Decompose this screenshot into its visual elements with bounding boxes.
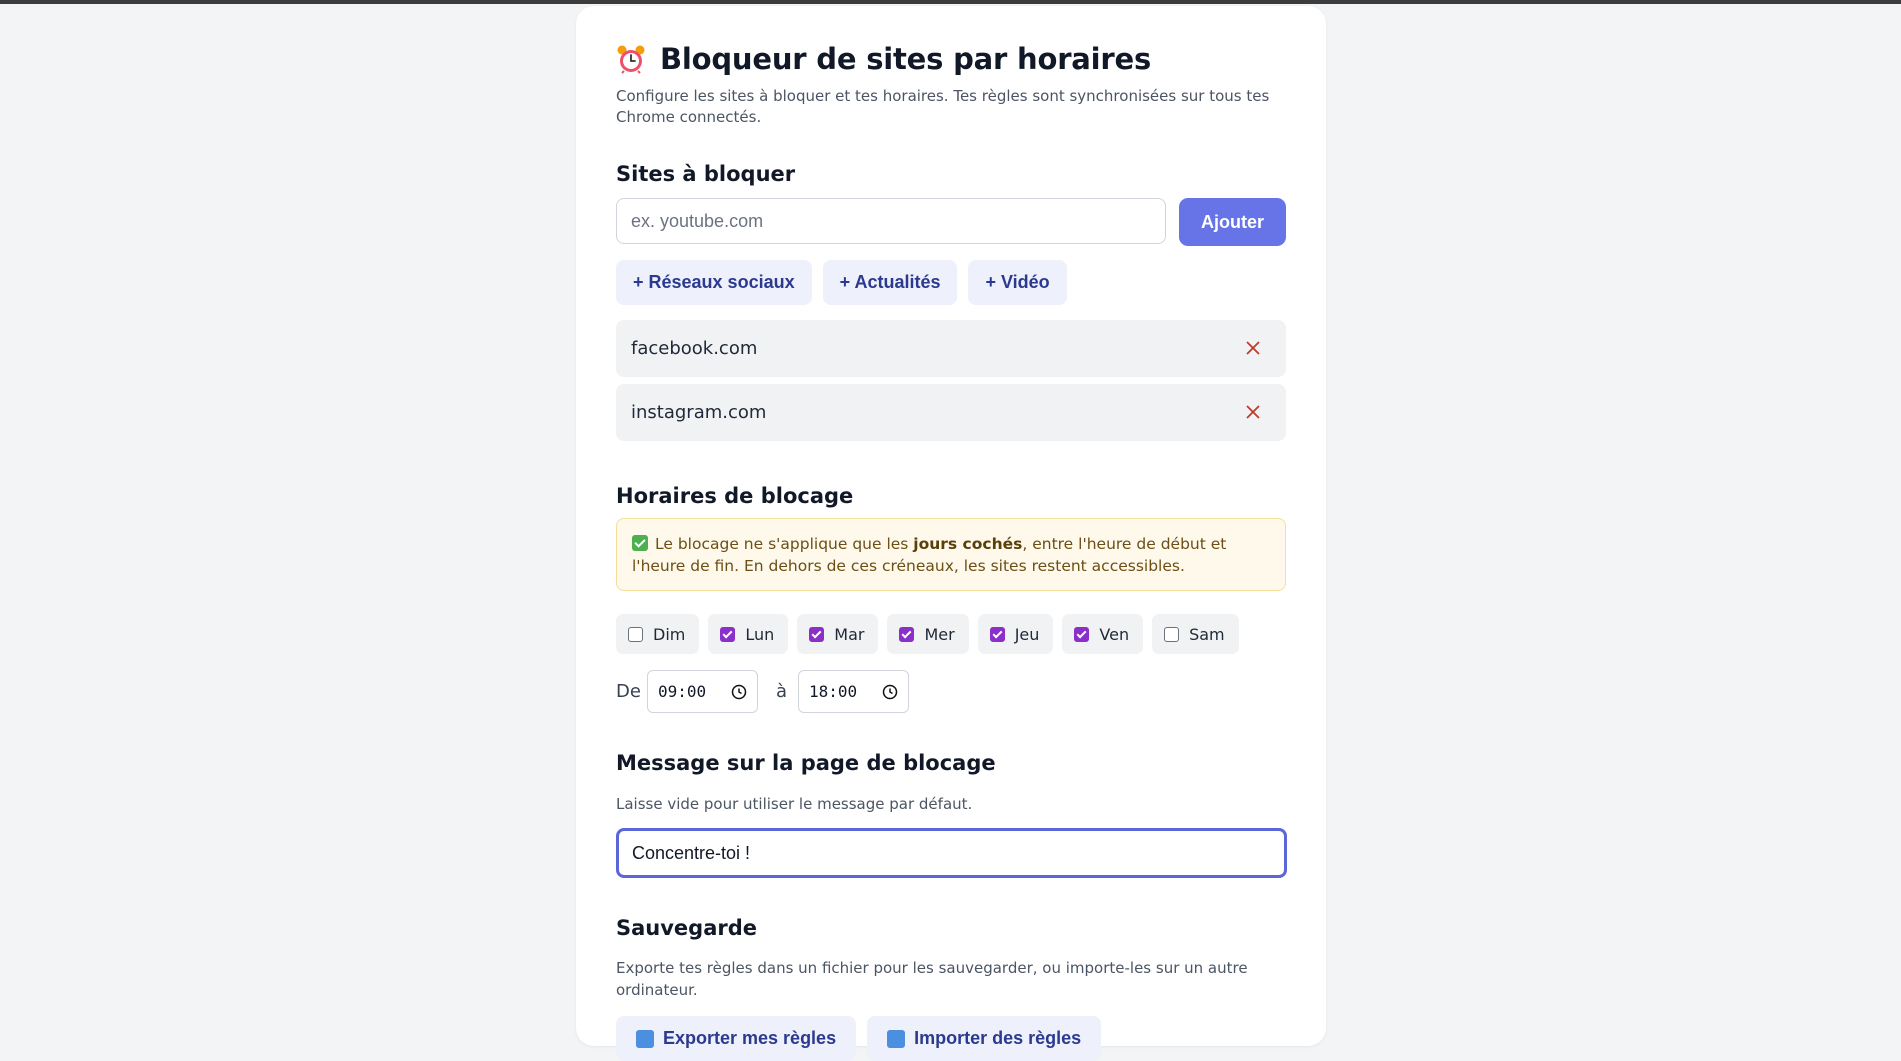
start-time-input[interactable]: 09:00 [646, 670, 758, 713]
alarm-clock-icon [617, 45, 645, 74]
checkbox-checked[interactable] [899, 626, 915, 642]
message-hint: Laisse vide pour utiliser le message par… [616, 795, 973, 813]
day-checkbox-ven[interactable]: Ven [1062, 614, 1144, 654]
checkbox-unchecked[interactable] [1164, 626, 1180, 642]
export-rules-button[interactable]: Exporter mes règles [616, 1016, 857, 1061]
checkbox-unchecked[interactable] [628, 626, 643, 642]
site-input[interactable] [616, 198, 1166, 244]
day-checkbox-jeu[interactable]: Jeu [977, 614, 1054, 654]
site-name: instagram.com [631, 402, 767, 423]
import-rules-button[interactable]: Importer des règles [867, 1016, 1102, 1061]
clock-icon[interactable] [731, 684, 747, 700]
preset-news-button[interactable]: + Actualités [822, 260, 958, 305]
checkbox-checked[interactable] [809, 626, 825, 642]
end-time-value: 18:00 [808, 682, 858, 701]
message-heading: Message sur la page de blocage [616, 751, 996, 775]
from-label: De [616, 681, 641, 702]
sites-heading: Sites à bloquer [616, 162, 796, 186]
remove-site-icon[interactable] [1240, 335, 1266, 361]
remove-site-icon[interactable] [1240, 399, 1266, 425]
backup-heading: Sauvegarde [616, 916, 758, 940]
day-label: Dim [653, 624, 686, 644]
export-label: Exporter mes règles [663, 1028, 837, 1048]
day-label: Jeu [1014, 624, 1040, 644]
day-checkbox-mer[interactable]: Mer [887, 614, 969, 654]
day-label: Mar [834, 624, 865, 644]
time-range-row: De 09:00 à 18:00 [616, 670, 909, 713]
preset-video-button[interactable]: + Vidéo [968, 260, 1067, 305]
site-name: facebook.com [631, 338, 758, 359]
day-label: Sam [1189, 624, 1225, 644]
start-time-value: 09:00 [657, 682, 707, 701]
backup-hint: Exporte tes règles dans un fichier pour … [616, 959, 1248, 999]
days-selector: Dim Lun Mar Mer Jeu Ven Sam [616, 614, 1239, 654]
notice-text-start: Le blocage ne s'applique que les [655, 535, 914, 553]
download-icon [636, 1029, 654, 1048]
check-mark-icon [632, 535, 648, 551]
notice-bold-text: jours cochés [913, 535, 1023, 553]
add-site-button[interactable]: Ajouter [1179, 198, 1286, 246]
day-checkbox-dim[interactable]: Dim [616, 614, 700, 654]
preset-social-button[interactable]: + Réseaux sociaux [616, 260, 812, 305]
backup-buttons: Exporter mes règles Importer des règles [616, 1016, 1102, 1061]
site-item: facebook.com [616, 320, 1286, 377]
day-label: Ven [1099, 624, 1130, 644]
site-item: instagram.com [616, 384, 1286, 441]
upload-icon [887, 1029, 906, 1048]
schedule-heading: Horaires de blocage [616, 484, 854, 508]
day-checkbox-sam[interactable]: Sam [1152, 614, 1239, 654]
day-label: Lun [745, 624, 775, 644]
checkbox-checked[interactable] [1074, 626, 1090, 642]
checkbox-checked[interactable] [720, 626, 736, 642]
options-card: Bloqueur de sites par horaires Configure… [576, 6, 1326, 1061]
checkbox-checked[interactable] [989, 626, 1005, 642]
day-checkbox-lun[interactable]: Lun [708, 614, 789, 654]
schedule-notice: Le blocage ne s'applique que les jours c… [616, 518, 1286, 591]
block-message-input[interactable] [616, 828, 1287, 878]
preset-buttons: + Réseaux sociaux + Actualités + Vidéo [616, 260, 1067, 305]
clock-icon[interactable] [882, 684, 898, 700]
end-time-input[interactable]: 18:00 [797, 670, 909, 713]
page-header: Bloqueur de sites par horaires [616, 42, 1151, 76]
to-label: à [775, 681, 787, 702]
add-site-row: Ajouter [616, 198, 1286, 246]
page-title: Bloqueur de sites par horaires [660, 42, 1152, 76]
day-checkbox-mar[interactable]: Mar [797, 614, 879, 654]
page-subtitle: Configure les sites à bloquer et tes hor… [616, 87, 1270, 126]
day-label: Mer [924, 624, 955, 644]
browser-top-edge [0, 0, 1901, 4]
import-label: Importer des règles [914, 1028, 1082, 1048]
